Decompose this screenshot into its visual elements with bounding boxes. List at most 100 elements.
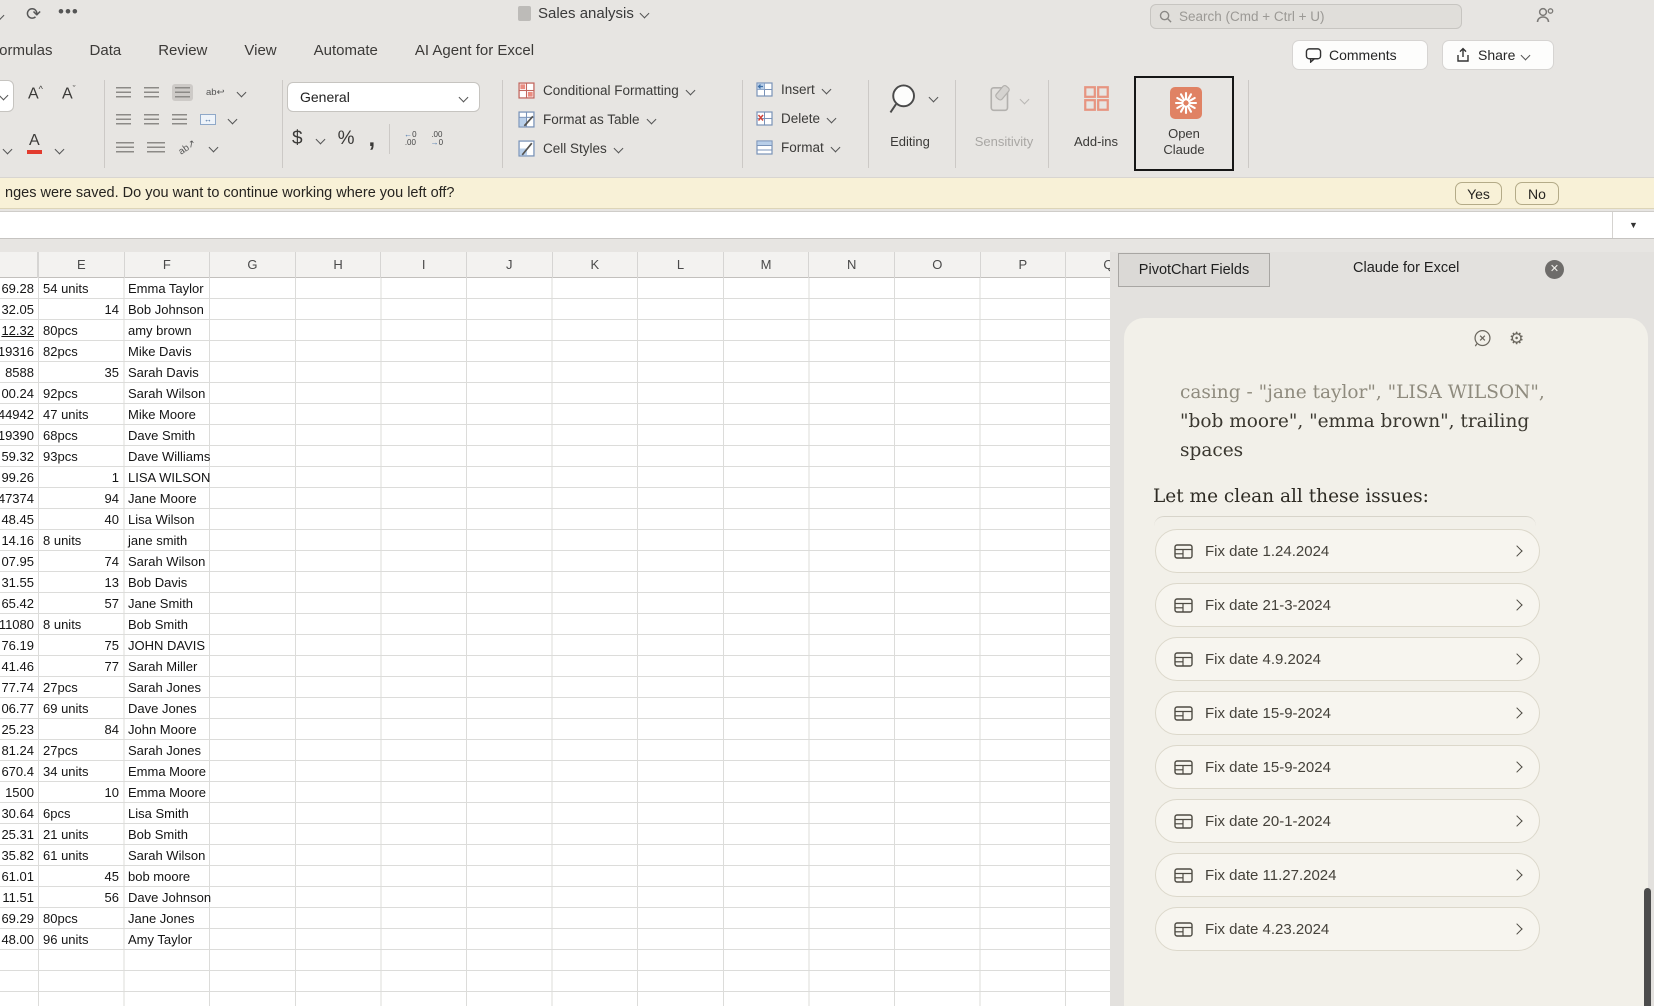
cell-amount[interactable]: 77.74 xyxy=(0,677,34,698)
sensitivity-group[interactable]: Sensitivity xyxy=(965,72,1043,178)
cell-quantity[interactable]: 35 xyxy=(43,362,119,383)
table-row[interactable]: 12.3280pcsamy brown xyxy=(0,320,1110,341)
increase-decimal-icon[interactable]: ←0.00 xyxy=(404,131,416,147)
cell-name[interactable]: Mike Davis xyxy=(128,341,348,362)
table-row[interactable]: 4494247 unitsMike Moore xyxy=(0,404,1110,425)
table-row[interactable]: 11.5156Dave Johnson xyxy=(0,887,1110,908)
search-input[interactable]: Search (Cmd + Ctrl + U) xyxy=(1150,4,1462,29)
tab-view[interactable]: View xyxy=(244,42,276,59)
cell-styles-button[interactable]: Cell Styles xyxy=(518,140,622,157)
table-row[interactable]: 48.0096 unitsAmy Taylor xyxy=(0,929,1110,950)
chevron-down-icon[interactable] xyxy=(0,11,4,21)
cell-quantity[interactable]: 92pcs xyxy=(43,383,119,404)
column-header-J[interactable]: J xyxy=(466,252,552,278)
cell-name[interactable]: Bob Smith xyxy=(128,824,348,845)
chevron-down-icon[interactable] xyxy=(208,143,218,153)
column-header-G[interactable]: G xyxy=(209,252,295,278)
formula-bar[interactable]: ▼ xyxy=(0,211,1654,239)
cell-quantity[interactable]: 6pcs xyxy=(43,803,119,824)
cell-name[interactable]: Jane Moore xyxy=(128,488,348,509)
cell-name[interactable]: Emma Moore xyxy=(128,782,348,803)
decrease-indent-icon[interactable] xyxy=(116,142,134,153)
close-icon[interactable]: ✕ xyxy=(1545,260,1564,279)
font-size-dropdown[interactable] xyxy=(0,80,14,112)
cell-name[interactable]: Mike Moore xyxy=(128,404,348,425)
align-bottom-icon[interactable] xyxy=(172,84,193,101)
align-middle-icon[interactable] xyxy=(144,87,159,98)
wrap-text-icon[interactable]: ab↩ xyxy=(206,87,225,98)
cell-amount[interactable]: 99.26 xyxy=(0,467,34,488)
cell-amount[interactable]: 35.82 xyxy=(0,845,34,866)
cell-name[interactable]: Jane Smith xyxy=(128,593,348,614)
cell-amount[interactable]: 69.28 xyxy=(0,278,34,299)
tab-formulas[interactable]: Formulas xyxy=(0,42,53,59)
delete-cells-button[interactable]: Delete xyxy=(756,111,835,126)
cell-quantity[interactable]: 61 units xyxy=(43,845,119,866)
comments-button[interactable]: Comments xyxy=(1293,41,1427,69)
currency-format-icon[interactable]: $ xyxy=(292,128,303,150)
table-row[interactable]: 110808 unitsBob Smith xyxy=(0,614,1110,635)
comma-format-icon[interactable]: , xyxy=(368,134,375,144)
cell-name[interactable]: Dave Jones xyxy=(128,698,348,719)
font-color-button[interactable]: A xyxy=(27,132,42,154)
cell-amount[interactable]: 19390 xyxy=(0,425,34,446)
cell-quantity[interactable]: 96 units xyxy=(43,929,119,950)
tab-review[interactable]: Review xyxy=(158,42,207,59)
cell-quantity[interactable]: 1 xyxy=(43,467,119,488)
cell-amount[interactable]: 59.32 xyxy=(0,446,34,467)
fix-date-button[interactable]: Fix date 15-9-2024 xyxy=(1155,691,1540,735)
editing-group[interactable]: Editing xyxy=(880,72,944,178)
addins-button[interactable]: Add-ins xyxy=(1058,72,1134,178)
column-header-H[interactable]: H xyxy=(295,252,381,278)
cell-quantity[interactable]: 45 xyxy=(43,866,119,887)
cell-quantity[interactable]: 74 xyxy=(43,551,119,572)
spreadsheet-grid[interactable]: EFGHIJKLMNOPQ 69.2854 unitsEmma Taylor32… xyxy=(0,252,1110,1006)
table-row[interactable]: 25.3121 unitsBob Smith xyxy=(0,824,1110,845)
align-left-icon[interactable] xyxy=(116,114,131,125)
cell-name[interactable]: LISA WILSON xyxy=(128,467,348,488)
cell-quantity[interactable]: 21 units xyxy=(43,824,119,845)
cell-name[interactable]: Dave Smith xyxy=(128,425,348,446)
cell-name[interactable]: John Moore xyxy=(128,719,348,740)
table-row[interactable]: 858835Sarah Davis xyxy=(0,362,1110,383)
cell-quantity[interactable]: 14 xyxy=(43,299,119,320)
cell-amount[interactable]: 47374 xyxy=(0,488,34,509)
cell-name[interactable]: Amy Taylor xyxy=(128,929,348,950)
table-row[interactable]: 48.4540Lisa Wilson xyxy=(0,509,1110,530)
chevron-down-icon[interactable] xyxy=(55,145,65,155)
cell-name[interactable]: amy brown xyxy=(128,320,348,341)
cell-name[interactable]: Lisa Wilson xyxy=(128,509,348,530)
table-row[interactable]: 25.2384John Moore xyxy=(0,719,1110,740)
cell-amount[interactable]: 81.24 xyxy=(0,740,34,761)
cell-amount[interactable]: 65.42 xyxy=(0,593,34,614)
chevron-down-icon[interactable] xyxy=(315,134,325,144)
increase-font-size-button[interactable]: A^ xyxy=(28,84,43,103)
cell-name[interactable]: Bob Johnson xyxy=(128,299,348,320)
column-header-P[interactable]: P xyxy=(980,252,1066,278)
cell-quantity[interactable]: 68pcs xyxy=(43,425,119,446)
table-row[interactable]: 07.9574Sarah Wilson xyxy=(0,551,1110,572)
cell-name[interactable]: jane smith xyxy=(128,530,348,551)
cell-amount[interactable]: 61.01 xyxy=(0,866,34,887)
cell-quantity[interactable]: 93pcs xyxy=(43,446,119,467)
table-row[interactable]: 14.168 unitsjane smith xyxy=(0,530,1110,551)
cell-quantity[interactable]: 80pcs xyxy=(43,908,119,929)
cell-amount[interactable]: 44942 xyxy=(0,404,34,425)
align-right-icon[interactable] xyxy=(172,114,187,125)
cell-amount[interactable]: 12.32 xyxy=(0,320,34,341)
fix-date-button[interactable]: Fix date 20-1-2024 xyxy=(1155,799,1540,843)
table-row[interactable]: 69.29 80pcs Jane Jones xyxy=(0,908,1110,929)
cell-amount[interactable]: 1500 xyxy=(0,782,34,803)
table-row[interactable]: 32.0514Bob Johnson xyxy=(0,299,1110,320)
cell-quantity[interactable]: 27pcs xyxy=(43,740,119,761)
table-row[interactable]: 4737494Jane Moore xyxy=(0,488,1110,509)
cell-name[interactable]: Jane Jones xyxy=(128,908,348,929)
fix-date-button[interactable]: Fix date 4.9.2024 xyxy=(1155,637,1540,681)
format-cells-button[interactable]: Format xyxy=(756,140,839,155)
more-menu-icon[interactable]: ••• xyxy=(58,2,79,22)
conditional-formatting-button[interactable]: Conditional Formatting xyxy=(518,82,694,99)
cell-amount[interactable]: 69.29 xyxy=(0,908,34,929)
cell-amount[interactable]: 07.95 xyxy=(0,551,34,572)
cell-name[interactable]: Bob Davis xyxy=(128,572,348,593)
cell-amount[interactable]: 11.51 xyxy=(0,887,34,908)
